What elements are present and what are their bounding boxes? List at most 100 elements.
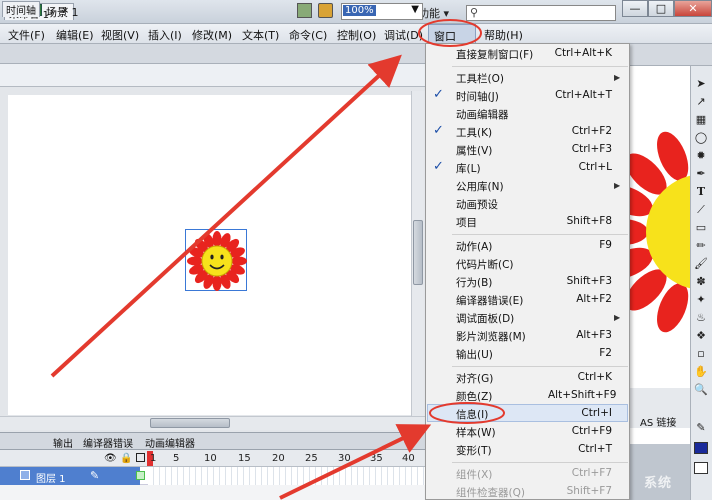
- frame-strip[interactable]: [148, 467, 425, 485]
- 3d-rotation-icon[interactable]: ◯: [692, 130, 710, 146]
- tab-output[interactable]: 输出: [50, 435, 76, 450]
- menu-text[interactable]: 文本(T): [242, 27, 279, 43]
- selection-tool-icon[interactable]: ➤: [692, 76, 710, 92]
- menu-item[interactable]: 动画编辑器: [456, 107, 509, 122]
- menu-item[interactable]: 工具栏(O): [456, 71, 504, 86]
- as-linkage-column[interactable]: AS 链接: [640, 414, 676, 429]
- menu-item[interactable]: 属性(V): [456, 143, 492, 158]
- menu-item[interactable]: 库(L): [456, 161, 481, 176]
- menu-item[interactable]: 对齐(G): [456, 371, 493, 386]
- menu-item[interactable]: 直接复制窗口(F): [456, 47, 533, 62]
- pencil-tool-icon[interactable]: ✏: [692, 238, 710, 254]
- tab-compiler-errors[interactable]: 编译器错误: [80, 435, 136, 450]
- menu-file[interactable]: 文件(F): [8, 27, 45, 43]
- menu-insert[interactable]: 插入(I): [148, 27, 182, 43]
- search-icon: ⚲: [470, 6, 479, 19]
- tab-timeline[interactable]: 时间轴: [2, 1, 40, 17]
- menu-item[interactable]: 组件检查器(Q): [456, 485, 525, 500]
- eyedropper-icon[interactable]: ❖: [692, 328, 710, 344]
- pen-tool-icon[interactable]: ✒: [692, 166, 710, 182]
- checkmark-icon: ✓: [433, 123, 444, 138]
- paint-bucket-icon[interactable]: ♨: [692, 310, 710, 326]
- menu-item[interactable]: 样本(W): [456, 425, 496, 440]
- checkmark-icon: ✓: [433, 159, 444, 174]
- horizontal-scroll-thumb[interactable]: [150, 418, 230, 428]
- close-button[interactable]: ✕: [674, 0, 712, 17]
- zoom-tool-icon[interactable]: 🔍: [692, 382, 710, 398]
- layer-outline-color[interactable]: [136, 471, 145, 480]
- tab-motion-editor[interactable]: 动画编辑器: [142, 435, 198, 450]
- eraser-icon[interactable]: ▫: [692, 346, 710, 362]
- menu-view[interactable]: 视图(V): [101, 27, 139, 43]
- hand-tool-icon[interactable]: ✋: [692, 364, 710, 380]
- eye-icon[interactable]: 👁: [104, 453, 117, 464]
- menu-item[interactable]: 编译器错误(E): [456, 293, 523, 308]
- menu-debug[interactable]: 调试(D): [384, 27, 423, 43]
- menu-modify[interactable]: 修改(M): [192, 27, 232, 43]
- menu-item[interactable]: 影片浏览器(M): [456, 329, 526, 344]
- menu-item[interactable]: 输出(U): [456, 347, 493, 362]
- help-search-input[interactable]: ⚲: [466, 5, 616, 21]
- text-tool-icon[interactable]: T: [692, 184, 710, 200]
- brush-tool-icon[interactable]: 🖌: [692, 256, 710, 272]
- bone-tool-icon[interactable]: ✦: [692, 292, 710, 308]
- menu-item[interactable]: 项目: [456, 215, 477, 230]
- fill-color-swatch[interactable]: [694, 442, 708, 454]
- menu-item[interactable]: 颜色(Z): [456, 389, 492, 404]
- menu-separator: [452, 462, 628, 463]
- menu-item[interactable]: 公用库(N): [456, 179, 504, 194]
- subselection-tool-icon[interactable]: ↗: [692, 94, 710, 110]
- zoom-select[interactable]: 100% ▼: [341, 3, 423, 20]
- menu-item[interactable]: 工具(K): [456, 125, 492, 140]
- menu-help[interactable]: 帮助(H): [484, 27, 523, 43]
- menu-item[interactable]: 组件(X): [456, 467, 492, 482]
- menu-item-shortcut: Ctrl+F7: [571, 467, 612, 479]
- menu-control[interactable]: 控制(O): [337, 27, 376, 43]
- stroke-color-icon[interactable]: ✎: [692, 420, 710, 436]
- submenu-arrow-icon: ▶: [614, 313, 621, 322]
- sunflower-symbol[interactable]: [185, 229, 247, 291]
- edit-scene-icon[interactable]: [297, 3, 312, 18]
- frame-number: 20: [272, 453, 285, 464]
- menu-edit[interactable]: 编辑(E): [56, 27, 94, 43]
- free-transform-icon[interactable]: ▦: [692, 112, 710, 128]
- layer-name[interactable]: 图层 1: [36, 470, 66, 485]
- frame-number: 30: [338, 453, 351, 464]
- menu-commands[interactable]: 命令(C): [289, 27, 327, 43]
- menu-item[interactable]: 调试面板(D): [456, 311, 514, 326]
- submenu-arrow-icon: ▶: [614, 73, 621, 82]
- menu-item[interactable]: 动作(A): [456, 239, 492, 254]
- menu-item[interactable]: 时间轴(J): [456, 89, 499, 104]
- menu-item-shortcut: Ctrl+F3: [571, 143, 612, 155]
- lasso-icon[interactable]: ✹: [692, 148, 710, 164]
- lock-icon[interactable]: 🔒: [120, 453, 132, 464]
- menu-item[interactable]: 变形(T): [456, 443, 492, 458]
- stroke-color-swatch[interactable]: [694, 462, 708, 474]
- menu-item[interactable]: 行为(B): [456, 275, 492, 290]
- vertical-scroll-thumb[interactable]: [413, 220, 423, 285]
- menu-item-shortcut: Ctrl+F2: [571, 125, 612, 137]
- frame-number: 40: [402, 453, 415, 464]
- layer-icon: [20, 470, 30, 480]
- maximize-button[interactable]: □: [648, 0, 674, 17]
- outline-icon[interactable]: [136, 453, 145, 462]
- menu-item[interactable]: 代码片断(C): [456, 257, 514, 272]
- menu-item-shortcut: Ctrl+F9: [571, 425, 612, 437]
- checkmark-icon: ✓: [433, 87, 444, 102]
- deco-tool-icon[interactable]: ✽: [692, 274, 710, 290]
- menu-item-shortcut: F9: [599, 239, 612, 251]
- scene-label: 场景 1: [46, 6, 79, 19]
- frame-number: 35: [370, 453, 383, 464]
- menu-item[interactable]: 信息(I): [456, 407, 488, 422]
- frame-number: 25: [305, 453, 318, 464]
- menu-window[interactable]: 窗口(W): [428, 24, 476, 57]
- rectangle-tool-icon[interactable]: ▭: [692, 220, 710, 236]
- menu-item[interactable]: 动画预设: [456, 197, 498, 212]
- menu-separator: [452, 66, 628, 67]
- edit-symbol-icon[interactable]: [318, 3, 333, 18]
- menu-item-shortcut: F2: [599, 347, 612, 359]
- timeline-empty-area: [0, 485, 425, 500]
- minimize-button[interactable]: —: [622, 0, 648, 17]
- sunflower-preview: [630, 131, 690, 333]
- line-tool-icon[interactable]: ⟋: [692, 202, 710, 218]
